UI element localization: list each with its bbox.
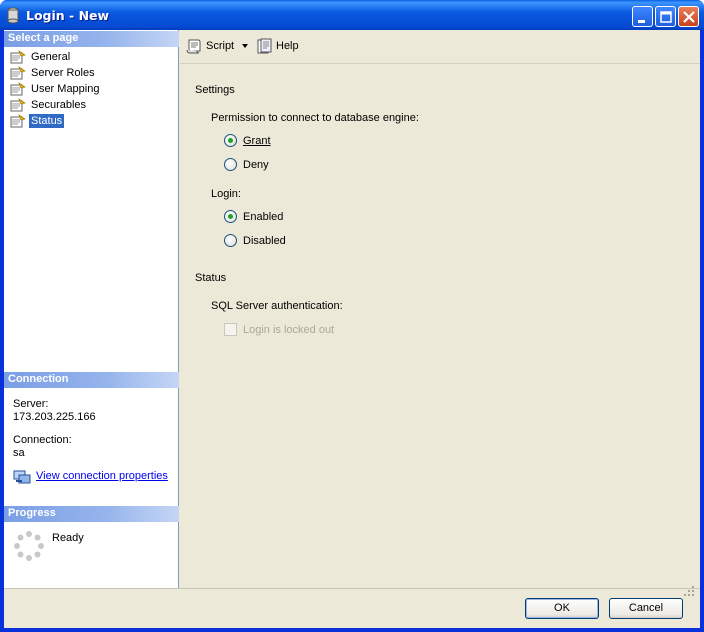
- progress-spinner-icon: [14, 531, 44, 561]
- toolbar: Script Help: [180, 30, 700, 64]
- server-value: 173.203.225.166: [13, 411, 96, 423]
- page-icon: [10, 113, 26, 127]
- left-pane: Select a page General Server Roles User …: [4, 30, 179, 588]
- database-icon: [7, 7, 19, 24]
- radio-selected-icon[interactable]: [224, 134, 237, 147]
- window-title: Login - New: [26, 8, 110, 23]
- radio-icon[interactable]: [224, 158, 237, 171]
- page-item-label: General: [31, 50, 71, 63]
- grant-radio[interactable]: Grant: [224, 134, 271, 147]
- connection-header: Connection: [4, 372, 179, 388]
- help-button[interactable]: Help: [256, 38, 299, 54]
- page-icon: [10, 97, 26, 111]
- close-button[interactable]: [678, 6, 699, 27]
- dialog-window: Login - New Select a page General Server…: [0, 0, 704, 632]
- connection-label: Connection:: [13, 434, 72, 446]
- status-heading: Status: [195, 272, 227, 284]
- minimize-button[interactable]: [632, 6, 653, 27]
- login-label: Login:: [211, 188, 241, 200]
- dialog-client: Select a page General Server Roles User …: [4, 30, 700, 628]
- page-item-user-mapping[interactable]: User Mapping: [10, 81, 101, 96]
- ok-button[interactable]: OK: [525, 598, 599, 619]
- connection-properties-icon: [13, 470, 31, 484]
- script-button[interactable]: Script: [186, 38, 249, 54]
- page-item-label: Status: [29, 113, 65, 128]
- checkbox-icon: [224, 323, 237, 336]
- enabled-label: Enabled: [243, 210, 284, 223]
- locked-out-checkbox: Login is locked out: [224, 323, 334, 336]
- page-item-label: Server Roles: [31, 66, 95, 79]
- button-bar: OK Cancel: [4, 588, 700, 628]
- permission-label: Permission to connect to database engine…: [211, 112, 419, 124]
- maximize-button[interactable]: [655, 6, 676, 27]
- title-bar[interactable]: Login - New: [0, 0, 704, 30]
- script-icon: [186, 39, 201, 54]
- page-item-server-roles[interactable]: Server Roles: [10, 65, 97, 80]
- connection-value: sa: [13, 447, 25, 459]
- page-icon: [10, 81, 26, 95]
- view-connection-properties-link[interactable]: View connection properties: [36, 470, 168, 482]
- locked-out-label: Login is locked out: [243, 323, 335, 336]
- status-page-content: Settings Permission to connect to databa…: [180, 65, 700, 588]
- enabled-radio[interactable]: Enabled: [224, 210, 283, 223]
- deny-radio[interactable]: Deny: [224, 158, 269, 171]
- deny-label: Deny: [243, 158, 269, 171]
- script-label: Script: [206, 40, 235, 52]
- settings-heading: Settings: [195, 84, 235, 96]
- progress-header: Progress: [4, 506, 179, 522]
- page-icon: [10, 49, 26, 63]
- radio-icon[interactable]: [224, 234, 237, 247]
- help-icon: [257, 38, 272, 54]
- select-page-header: Select a page: [4, 31, 179, 47]
- close-icon: [683, 11, 695, 23]
- help-label: Help: [276, 40, 299, 52]
- page-item-label: Securables: [31, 98, 87, 111]
- resize-grip-icon[interactable]: [683, 585, 695, 597]
- maximize-icon: [660, 11, 672, 23]
- server-label: Server:: [13, 398, 49, 410]
- disabled-radio[interactable]: Disabled: [224, 234, 286, 247]
- cancel-button[interactable]: Cancel: [609, 598, 683, 619]
- page-item-securables[interactable]: Securables: [10, 97, 88, 112]
- radio-selected-icon[interactable]: [224, 210, 237, 223]
- page-item-general[interactable]: General: [10, 49, 72, 64]
- sql-auth-label: SQL Server authentication:: [211, 300, 343, 312]
- disabled-label: Disabled: [243, 234, 286, 247]
- grant-label: Grant: [243, 134, 271, 147]
- page-item-status[interactable]: Status: [10, 113, 65, 128]
- page-item-label: User Mapping: [31, 82, 100, 95]
- progress-status: Ready: [52, 532, 84, 544]
- chevron-down-icon[interactable]: [242, 44, 249, 48]
- page-icon: [10, 65, 26, 79]
- minimize-icon: [638, 20, 645, 23]
